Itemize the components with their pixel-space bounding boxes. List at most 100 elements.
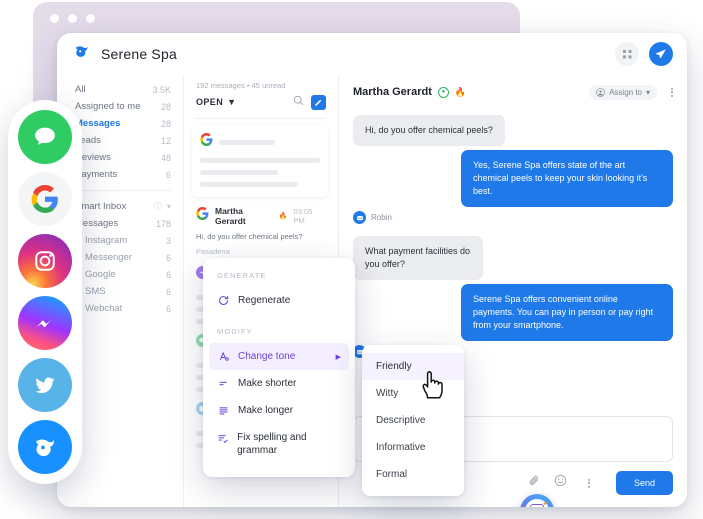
ai-menu-item-change-tone[interactable]: Change tone ▶ xyxy=(209,343,349,370)
conversation-filter-label: OPEN xyxy=(196,97,224,107)
ai-menu-generate-header: GENERATE xyxy=(217,271,267,280)
sidebar-group-count: 178 xyxy=(155,218,171,229)
conversation-list-item[interactable] xyxy=(192,125,328,197)
message-bubble-incoming: What payment facilities do you offer? xyxy=(353,236,483,281)
window-minimize-dot[interactable] xyxy=(68,14,77,23)
window-maximize-dot[interactable] xyxy=(86,14,95,23)
sidebar-section-label: Smart Inbox xyxy=(75,201,127,212)
conversation-location: Pasadena xyxy=(196,247,230,256)
assign-to-label: Assign to xyxy=(609,87,642,97)
ai-menu-item-label: Make shorter xyxy=(238,378,297,389)
birdeye-logo-icon xyxy=(73,43,91,66)
ai-context-menu: GENERATE Regenerate MODIFY Change tone ▶… xyxy=(203,258,355,477)
message-row: Yes, Serene Spa offers state of the art … xyxy=(353,150,673,208)
google-icon xyxy=(196,207,209,225)
social-channel-rail xyxy=(8,100,82,484)
sidebar-item-count: 28 xyxy=(160,101,171,112)
sidebar-channel-count: 6 xyxy=(165,303,171,314)
sidebar-item-label: All xyxy=(75,84,86,95)
message-bubble-outgoing: Yes, Serene Spa offers state of the art … xyxy=(461,150,673,208)
message-bubble-incoming: Hi, do you offer chemical peels? xyxy=(353,115,505,147)
message-agent: Robin xyxy=(353,211,673,225)
ai-menu-modify-header: MODIFY xyxy=(217,327,253,336)
compose-icon[interactable] xyxy=(311,94,326,110)
window-close-dot[interactable] xyxy=(50,14,59,23)
assign-to-button[interactable]: Assign to ▾ xyxy=(589,84,657,100)
ai-menu-item-label: Fix spelling and grammar xyxy=(237,432,307,456)
conversation-snippet: Hi, do you offer chemical peels? xyxy=(196,232,303,241)
chat-header: Martha Gerardt ● 🔥 Assign to ▾ xyxy=(339,75,687,109)
sidebar-item-count: 6 xyxy=(165,169,171,180)
agent-name: Robin xyxy=(371,213,392,223)
conversation-text-placeholder xyxy=(200,170,278,175)
header-actions xyxy=(615,42,673,66)
send-button[interactable]: Send xyxy=(615,471,673,495)
search-icon[interactable] xyxy=(293,93,304,111)
instagram-icon[interactable] xyxy=(18,234,72,288)
brand: Serene Spa xyxy=(73,43,177,66)
sidebar-channel-label: Webchat xyxy=(85,303,123,314)
sidebar-item-label: Messages xyxy=(75,118,121,129)
message-bubble-outgoing: Serene Spa offers convenient online paym… xyxy=(461,284,673,342)
ai-menu-item-make-longer[interactable]: Make longer xyxy=(203,397,355,424)
chevron-down-icon: ▼ xyxy=(227,97,237,107)
tone-icon xyxy=(217,351,229,362)
sparkle-icon: ✦ xyxy=(542,501,548,507)
ai-menu-item-label: Regenerate xyxy=(238,295,291,306)
messenger-icon[interactable] xyxy=(18,296,72,350)
window-controls xyxy=(50,14,95,23)
composer-more-icon[interactable] xyxy=(587,478,590,488)
google-icon[interactable] xyxy=(18,172,72,226)
birdeye-icon[interactable] xyxy=(18,420,72,474)
sidebar-channel-count: 6 xyxy=(165,286,171,297)
sidebar-channel-count: 3 xyxy=(165,235,171,246)
conversation-divider xyxy=(196,118,326,119)
tone-item-formal[interactable]: Formal xyxy=(362,461,464,488)
sidebar-divider xyxy=(75,190,171,191)
conversation-time: 03:05 PM xyxy=(293,207,313,225)
user-icon xyxy=(596,87,605,97)
sidebar-item-assigned-to-me[interactable]: Assigned to me 28 xyxy=(57,98,183,115)
emoji-icon[interactable] xyxy=(554,474,567,492)
chevron-right-icon: ▶ xyxy=(335,353,341,361)
sidebar-item-all[interactable]: All 3.5K xyxy=(57,81,183,98)
tone-item-descriptive[interactable]: Descriptive xyxy=(362,407,464,434)
tone-item-informative[interactable]: Informative xyxy=(362,434,464,461)
paperclip-icon[interactable] xyxy=(528,474,541,492)
conversation-text-placeholder xyxy=(200,182,299,187)
shorter-icon xyxy=(217,378,229,389)
mouse-cursor-icon xyxy=(418,364,452,407)
chat-more-icon[interactable] xyxy=(671,87,673,97)
conversation-list-item[interactable]: Martha Gerardt 🔥 03:05 PM Hi, do you off… xyxy=(192,197,328,256)
conversation-filter[interactable]: OPEN ▼ xyxy=(196,97,236,107)
ai-menu-item-fix-spelling[interactable]: Fix spelling and grammar xyxy=(203,424,355,464)
paper-plane-icon[interactable] xyxy=(649,42,673,66)
sidebar-item-label: Assigned to me xyxy=(75,101,141,112)
ai-menu-item-make-shorter[interactable]: Make shorter xyxy=(203,370,355,397)
sidebar-channel-count: 6 xyxy=(165,252,171,263)
conversation-controls: OPEN ▼ xyxy=(192,93,328,111)
google-icon xyxy=(200,133,213,151)
sidebar-channel-label: Google xyxy=(85,269,116,280)
sms-icon[interactable] xyxy=(18,110,72,164)
chevron-down-icon: ▾ xyxy=(645,87,650,97)
chevron-down-icon[interactable]: ▾ xyxy=(167,202,171,211)
twitter-icon[interactable] xyxy=(18,358,72,412)
ai-menu-item-regenerate[interactable]: Regenerate xyxy=(203,287,355,314)
ai-menu-item-label: Change tone xyxy=(238,351,296,362)
ai-menu-item-label: Make longer xyxy=(238,405,294,416)
fire-icon: 🔥 xyxy=(278,213,288,220)
spellcheck-icon xyxy=(217,433,228,444)
sidebar-item-count: 3.5K xyxy=(152,84,171,95)
app-header: Serene Spa xyxy=(57,33,687,75)
grid-apps-icon[interactable] xyxy=(615,42,639,66)
info-icon[interactable]: ⓘ xyxy=(154,201,162,212)
message-row: Serene Spa offers convenient online paym… xyxy=(353,284,673,342)
sidebar-item-count: 28 xyxy=(160,118,171,129)
message-row: Hi, do you offer chemical peels? xyxy=(353,115,673,147)
chat-contact-name: Martha Gerardt xyxy=(353,86,432,98)
sidebar-channel-label: Instagram xyxy=(85,235,128,246)
sidebar-channel-label: Messenger xyxy=(85,252,132,263)
verified-badge-icon: ● xyxy=(437,86,449,98)
conversation-text-placeholder xyxy=(200,158,320,163)
